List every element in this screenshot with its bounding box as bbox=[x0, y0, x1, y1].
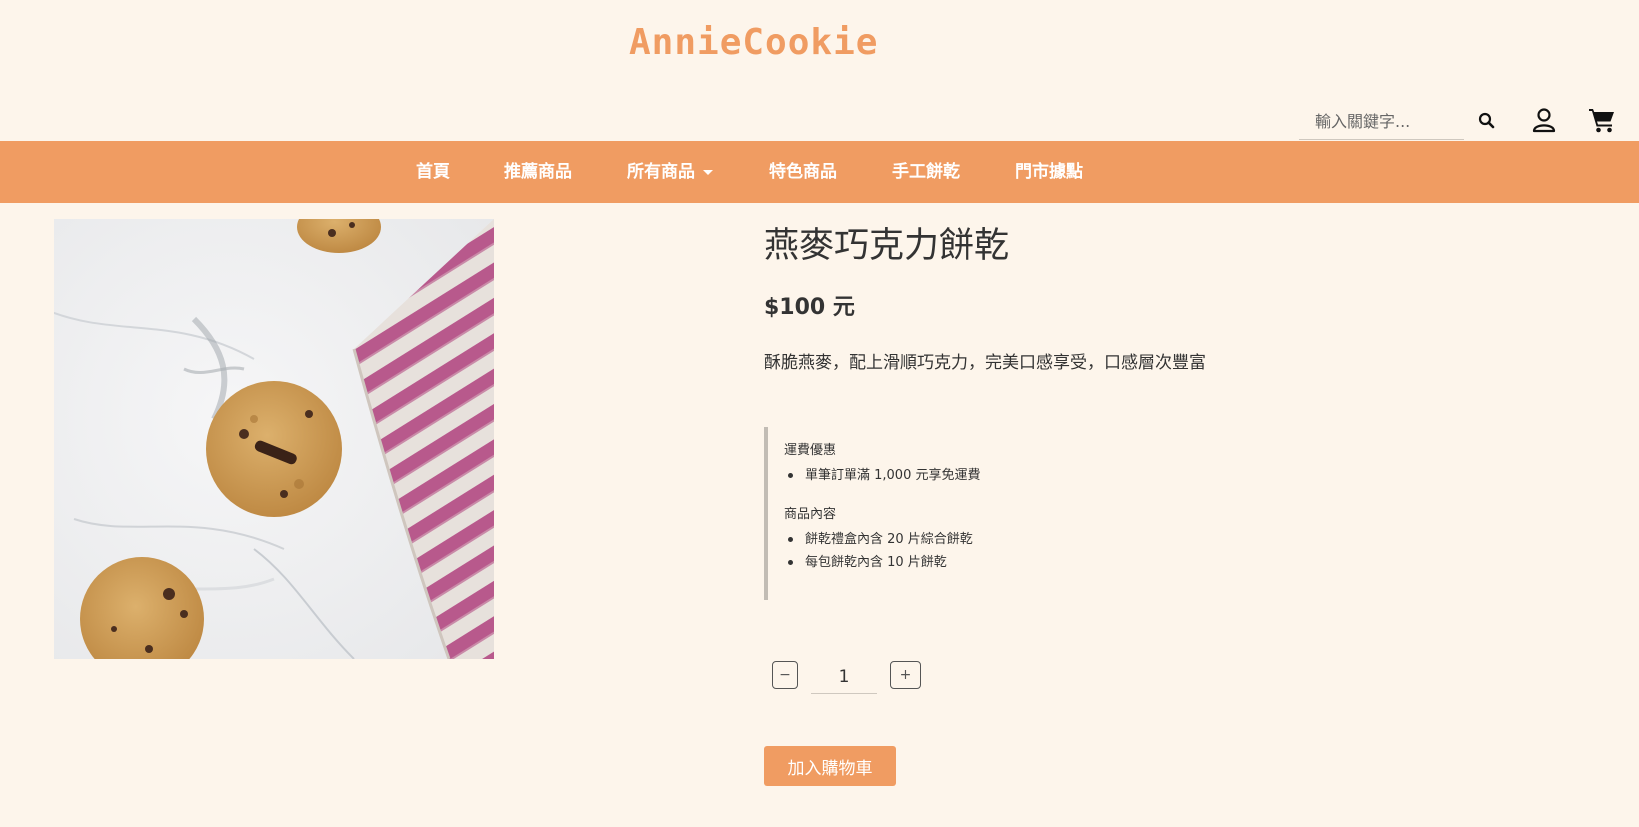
list-item: 每包餅乾內含 10 片餅乾 bbox=[784, 551, 1184, 574]
add-to-cart-button[interactable]: 加入購物車 bbox=[764, 746, 896, 786]
search-input[interactable] bbox=[1299, 104, 1464, 140]
main-navbar: 首頁 推薦商品 所有商品 特色商品 手工餅乾 門市據點 bbox=[0, 141, 1639, 203]
brand-logo[interactable]: AnnieCookie bbox=[629, 22, 878, 63]
contents-heading: 商品內容 bbox=[784, 507, 837, 522]
quantity-input[interactable] bbox=[811, 660, 877, 694]
product-image bbox=[54, 219, 494, 659]
product-title: 燕麥巧克力餅乾 bbox=[764, 226, 1010, 266]
shipping-list: 單筆訂單滿 1,000 元享免運費 bbox=[784, 464, 1184, 487]
nav-item-all-products-label: 所有商品 bbox=[627, 162, 695, 182]
contents-list: 餅乾禮盒內含 20 片綜合餅乾 每包餅乾內含 10 片餅乾 bbox=[784, 528, 1184, 574]
nav-item-featured[interactable]: 特色商品 bbox=[769, 141, 837, 203]
chevron-down-icon bbox=[703, 169, 713, 175]
list-item: 餅乾禮盒內含 20 片綜合餅乾 bbox=[784, 528, 1184, 551]
nav-item-all-products[interactable]: 所有商品 bbox=[627, 141, 713, 203]
header-tools bbox=[1299, 100, 1639, 140]
search-icon[interactable] bbox=[1476, 110, 1498, 132]
shipping-heading: 運費優惠 bbox=[784, 443, 837, 458]
product-price: $100 元 bbox=[764, 295, 855, 320]
list-item: 單筆訂單滿 1,000 元享免運費 bbox=[784, 464, 1184, 487]
user-icon[interactable] bbox=[1531, 107, 1557, 133]
quantity-increase-button[interactable]: + bbox=[890, 661, 921, 689]
quantity-decrease-button[interactable]: − bbox=[772, 661, 798, 689]
product-description: 酥脆燕麥，配上滑順巧克力，完美口感享受，口感層次豐富 bbox=[764, 353, 1206, 373]
product-info-box: 運費優惠 單筆訂單滿 1,000 元享免運費 商品內容 餅乾禮盒內含 20 片綜… bbox=[764, 427, 1184, 600]
nav-item-handmade[interactable]: 手工餅乾 bbox=[892, 141, 960, 203]
nav-item-recommended[interactable]: 推薦商品 bbox=[504, 141, 572, 203]
nav-item-home[interactable]: 首頁 bbox=[416, 141, 450, 203]
nav-item-stores[interactable]: 門市據點 bbox=[1015, 141, 1083, 203]
cart-icon[interactable] bbox=[1588, 106, 1616, 134]
